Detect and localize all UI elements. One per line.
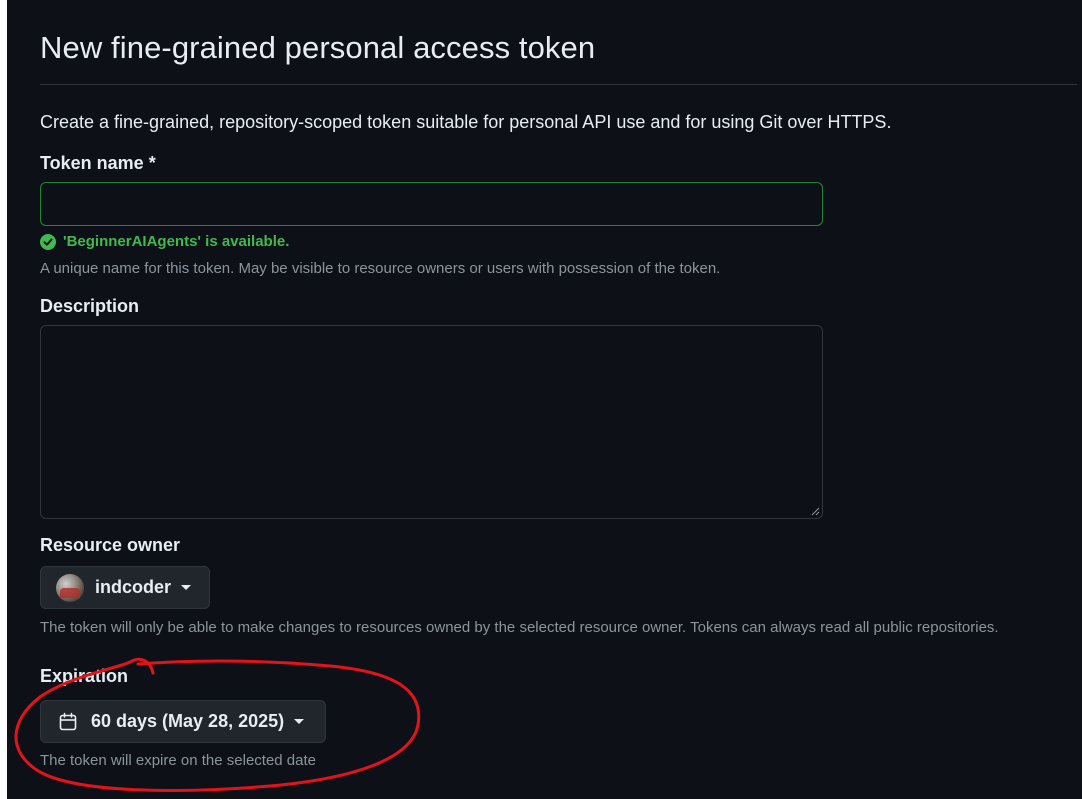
- resource-owner-label: Resource owner: [40, 535, 181, 555]
- avatar: [56, 573, 84, 602]
- resource-owner-help: The token will only be able to make chan…: [40, 619, 999, 636]
- triangle-down-icon: [181, 585, 192, 590]
- resource-owner-dropdown[interactable]: indcoder: [40, 566, 210, 609]
- token-name-help: A unique name for this token. May be vis…: [40, 260, 721, 277]
- title-divider: [40, 84, 1077, 85]
- resource-owner-value: indcoder: [95, 577, 172, 597]
- description-textarea[interactable]: [40, 325, 823, 519]
- token-name-input[interactable]: [40, 182, 823, 226]
- resize-handle-icon[interactable]: [811, 507, 820, 516]
- token-name-validation: 'BeginnerAIAgents' is available.: [40, 233, 289, 250]
- calendar-icon: [59, 712, 77, 730]
- description-label: Description: [40, 296, 140, 316]
- check-circle-icon: [40, 233, 56, 250]
- expiration-dropdown[interactable]: 60 days (May 28, 2025): [40, 700, 326, 743]
- page-title: New fine-grained personal access token: [40, 30, 596, 65]
- triangle-down-icon: [294, 719, 305, 724]
- page-intro: Create a fine-grained, repository-scoped…: [40, 112, 892, 132]
- token-name-label: Token name *: [40, 153, 156, 173]
- expiration-value: 60 days (May 28, 2025): [91, 711, 285, 731]
- expiration-label: Expiration: [40, 666, 129, 686]
- expiration-help: The token will expire on the selected da…: [40, 752, 316, 769]
- token-form-page: New fine-grained personal access token C…: [7, 0, 1082, 799]
- validation-text: 'BeginnerAIAgents' is available.: [63, 233, 290, 250]
